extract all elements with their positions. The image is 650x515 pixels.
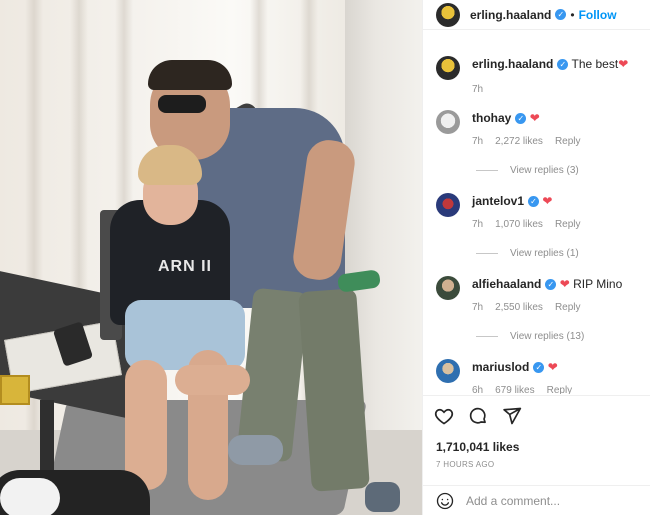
share-icon[interactable] bbox=[502, 406, 522, 426]
author-avatar[interactable] bbox=[436, 2, 460, 27]
commenter-username[interactable]: jantelov1 bbox=[472, 194, 524, 208]
commenter-username[interactable]: thohay bbox=[472, 111, 511, 125]
commenter-avatar[interactable] bbox=[436, 359, 460, 383]
heart-icon[interactable] bbox=[434, 406, 454, 426]
caption-time[interactable]: 7h bbox=[472, 82, 483, 98]
comment-item: alfiehaaland ✓ ❤ RIP Mino 7h 2,550 likes … bbox=[436, 276, 646, 316]
comment-item: thohay ✓ ❤ 7h 2,272 likes Reply bbox=[436, 110, 646, 150]
comment-like-count[interactable]: 1,070 likes bbox=[495, 217, 543, 233]
comment-body: thohay ✓ ❤ 7h 2,272 likes Reply bbox=[472, 110, 581, 150]
comment-time[interactable]: 7h bbox=[472, 300, 483, 316]
comment-body: alfiehaaland ✓ ❤ RIP Mino 7h 2,550 likes … bbox=[472, 276, 622, 316]
emoji-icon[interactable] bbox=[436, 492, 454, 510]
comment-meta: 7h 2,272 likes Reply bbox=[472, 134, 581, 150]
verified-badge-icon: ✓ bbox=[515, 113, 527, 125]
verified-badge-icon: ✓ bbox=[533, 362, 545, 374]
caption-username[interactable]: erling.haaland bbox=[472, 57, 553, 71]
post-timestamp[interactable]: 7 HOURS AGO bbox=[436, 460, 494, 469]
reply-button[interactable]: Reply bbox=[555, 217, 581, 233]
action-icons bbox=[434, 406, 522, 426]
man-hair bbox=[148, 60, 232, 90]
caption-text: The best bbox=[571, 57, 619, 71]
shoe bbox=[365, 482, 400, 512]
comment-time[interactable]: 7h bbox=[472, 134, 483, 150]
red-heart-emoji-icon: ❤ bbox=[547, 360, 558, 374]
comment-item: jantelov1 ✓ ❤ 7h 1,070 likes Reply bbox=[436, 193, 646, 233]
snack-box bbox=[0, 375, 30, 405]
commenter-username[interactable]: mariuslod bbox=[472, 360, 529, 374]
boy-leg bbox=[125, 360, 167, 490]
post-actions: 1,710,041 likes 7 HOURS AGO bbox=[423, 395, 650, 485]
comment-meta: 7h 2,550 likes Reply bbox=[472, 300, 622, 316]
commenter-avatar[interactable] bbox=[436, 193, 460, 217]
shirt-print: ARN II bbox=[158, 258, 212, 275]
caption-body: erling.haaland ✓ The best❤ 7h bbox=[472, 56, 628, 98]
post-photo[interactable]: ARN II bbox=[0, 0, 422, 515]
sunglasses bbox=[158, 95, 206, 113]
comment-body: mariuslod ✓ ❤ 6h 679 likes Reply bbox=[472, 359, 572, 394]
caption: erling.haaland ✓ The best❤ 7h bbox=[436, 56, 646, 98]
caption-meta: 7h bbox=[472, 82, 628, 98]
red-heart-emoji-icon: ❤ bbox=[618, 57, 629, 71]
view-replies-button[interactable]: View replies (13) bbox=[476, 331, 584, 342]
separator-dot: • bbox=[570, 7, 575, 22]
like-count[interactable]: 1,710,041 likes bbox=[436, 440, 519, 454]
comment-like-count[interactable]: 2,272 likes bbox=[495, 134, 543, 150]
view-replies-label: View replies (1) bbox=[510, 248, 579, 259]
comment-like-count[interactable]: 679 likes bbox=[495, 383, 534, 394]
replies-divider bbox=[476, 253, 498, 254]
red-heart-emoji-icon: ❤ bbox=[542, 194, 553, 208]
comment-input[interactable] bbox=[466, 493, 636, 508]
view-replies-label: View replies (3) bbox=[510, 165, 579, 176]
verified-badge-icon: ✓ bbox=[557, 59, 569, 71]
verified-badge-icon: ✓ bbox=[528, 196, 540, 208]
comments-list[interactable]: erling.haaland ✓ The best❤ 7h thohay ✓ ❤ 7… bbox=[423, 40, 650, 394]
commenter-username[interactable]: alfiehaaland bbox=[472, 277, 541, 291]
view-replies-label: View replies (13) bbox=[510, 331, 585, 342]
author-username[interactable]: erling.haaland bbox=[470, 8, 551, 22]
view-replies-button[interactable]: View replies (3) bbox=[476, 165, 579, 176]
reply-button[interactable]: Reply bbox=[555, 300, 581, 316]
comment-composer bbox=[423, 485, 650, 515]
verified-badge-icon: ✓ bbox=[545, 279, 557, 291]
comment-like-count[interactable]: 2,550 likes bbox=[495, 300, 543, 316]
post-header: erling.haaland ✓ • Follow bbox=[423, 0, 650, 30]
red-heart-emoji-icon: ❤ bbox=[559, 277, 570, 291]
replies-divider bbox=[476, 336, 498, 337]
caption-avatar[interactable] bbox=[436, 56, 460, 80]
post-side-panel: erling.haaland ✓ • Follow erling.haaland… bbox=[422, 0, 650, 515]
comment-time[interactable]: 7h bbox=[472, 217, 483, 233]
comment-icon[interactable] bbox=[468, 406, 488, 426]
white-cloth bbox=[0, 478, 60, 515]
red-heart-emoji-icon: ❤ bbox=[529, 111, 540, 125]
commenter-avatar[interactable] bbox=[436, 110, 460, 134]
shoe bbox=[228, 435, 283, 465]
commenter-avatar[interactable] bbox=[436, 276, 460, 300]
replies-divider bbox=[476, 170, 498, 171]
view-replies-button[interactable]: View replies (1) bbox=[476, 248, 579, 259]
follow-button[interactable]: Follow bbox=[579, 8, 617, 22]
verified-badge-icon: ✓ bbox=[555, 9, 567, 20]
comment-meta: 7h 1,070 likes Reply bbox=[472, 217, 581, 233]
comment-item: mariuslod ✓ ❤ 6h 679 likes Reply bbox=[436, 359, 646, 394]
reply-button[interactable]: Reply bbox=[547, 383, 573, 394]
boy-arms bbox=[175, 365, 250, 395]
reply-button[interactable]: Reply bbox=[555, 134, 581, 150]
comment-meta: 6h 679 likes Reply bbox=[472, 383, 572, 394]
comment-text: RIP Mino bbox=[573, 277, 623, 291]
comment-time[interactable]: 6h bbox=[472, 383, 483, 394]
comment-body: jantelov1 ✓ ❤ 7h 1,070 likes Reply bbox=[472, 193, 581, 233]
